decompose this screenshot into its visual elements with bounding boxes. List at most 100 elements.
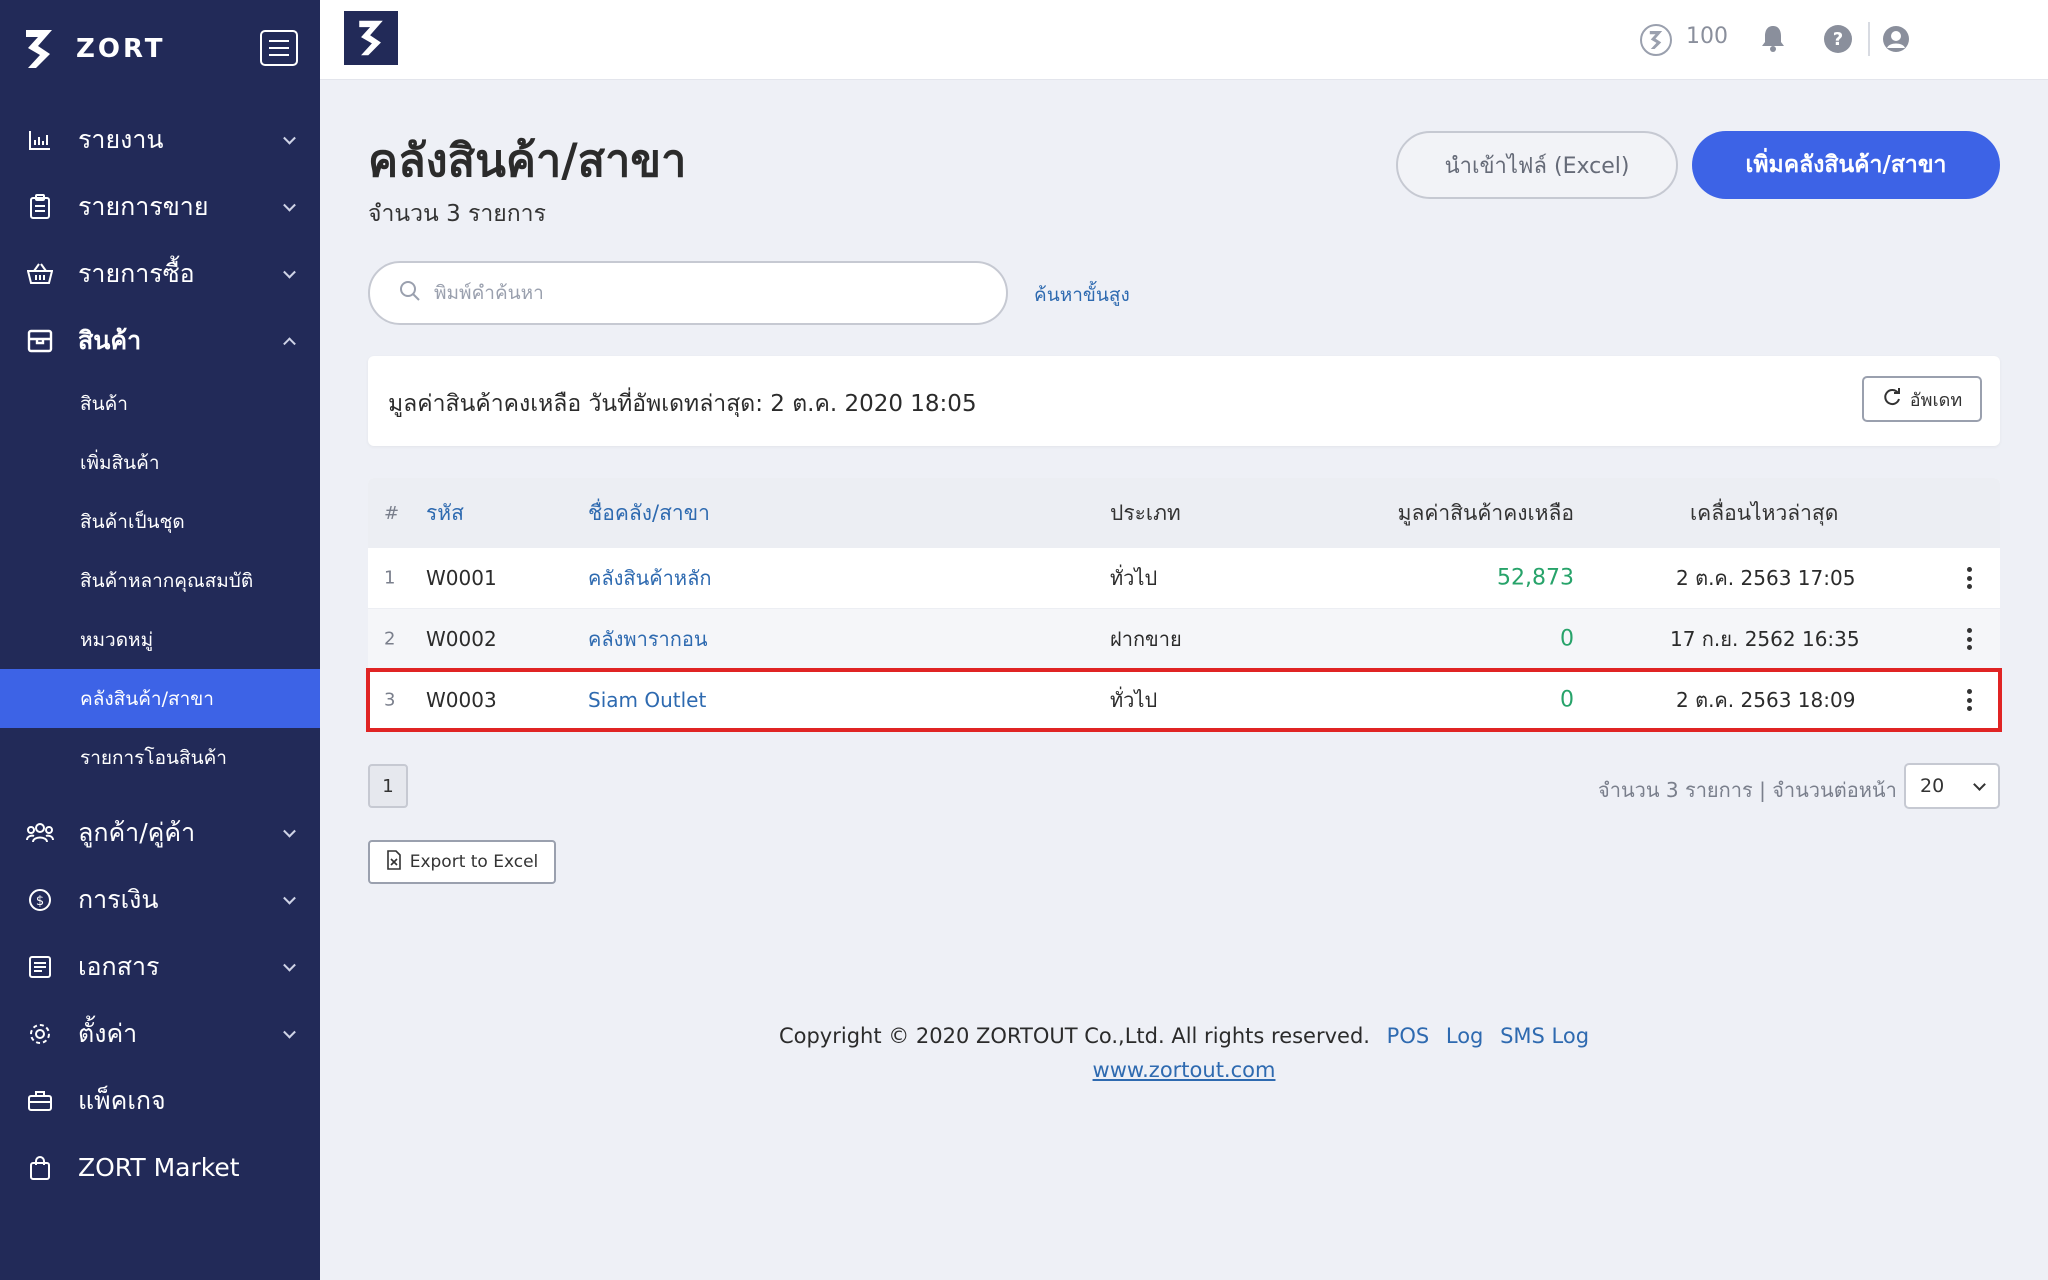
chevron-down-icon bbox=[283, 824, 296, 838]
menu-toggle-icon[interactable] bbox=[260, 30, 298, 66]
header-name[interactable]: ชื่อคลัง/สาขา bbox=[588, 497, 710, 530]
more-options-icon[interactable] bbox=[1966, 689, 1972, 711]
row-last-move: 17 ก.ย. 2562 16:35 bbox=[1670, 627, 1860, 651]
sidebar-subitem-label: สินค้าหลากคุณสมบัติ bbox=[80, 569, 254, 592]
warehouse-table: # รหัส ชื่อคลัง/สาขา ประเภท มูลค่าสินค้า… bbox=[366, 478, 2002, 732]
sidebar-subitem-label: หมวดหมู่ bbox=[80, 628, 154, 651]
inventory-value-text: มูลค่าสินค้าคงเหลือ วันที่อัพเดทล่าสุด: … bbox=[388, 391, 977, 417]
sidebar-subitem-label: สินค้าเป็นชุด bbox=[80, 510, 185, 533]
sidebar-item-packages[interactable]: แพ็คเกจ bbox=[0, 1067, 320, 1134]
chevron-down-icon bbox=[283, 265, 296, 279]
sidebar-subitem-transfers[interactable]: รายการโอนสินค้า bbox=[0, 728, 320, 787]
footer-link-sms-log[interactable]: SMS Log bbox=[1500, 1024, 1589, 1048]
header-code[interactable]: รหัส bbox=[426, 497, 464, 530]
row-last-move: 2 ต.ค. 2563 17:05 bbox=[1676, 566, 1856, 590]
footer-copyright: Copyright © 2020 ZORTOUT Co.,Ltd. All ri… bbox=[778, 1024, 1370, 1048]
row-code: W0003 bbox=[426, 688, 497, 712]
sidebar-item-sales[interactable]: รายการขาย bbox=[0, 173, 320, 240]
sidebar-subitem-warehouses[interactable]: คลังสินค้า/สาขา bbox=[0, 669, 320, 728]
advanced-search-link[interactable]: ค้นหาขั้นสูง bbox=[1034, 280, 1130, 310]
row-num: 1 bbox=[384, 567, 396, 589]
row-name-link[interactable]: คลังพารากอน bbox=[588, 623, 708, 655]
table-row[interactable]: 2 W0002 คลังพารากอน ฝากขาย 0 17 ก.ย. 256… bbox=[368, 609, 2000, 670]
sidebar-item-finance[interactable]: $ การเงิน bbox=[0, 866, 320, 933]
sidebar-subitem-product-variants[interactable]: สินค้าหลากคุณสมบัติ bbox=[0, 551, 320, 610]
sidebar-subitem-categories[interactable]: หมวดหมู่ bbox=[0, 610, 320, 669]
table-row[interactable]: 1 W0001 คลังสินค้าหลัก ทั่วไป 52,873 2 ต… bbox=[368, 548, 2000, 609]
sidebar-item-reports[interactable]: รายงาน bbox=[0, 106, 320, 173]
zort-logo-icon[interactable] bbox=[344, 11, 398, 65]
row-num: 3 bbox=[384, 689, 396, 711]
header-last-move: เคลื่อนไหวล่าสุด bbox=[1690, 500, 1839, 525]
sidebar-item-settings[interactable]: ตั้งค่า bbox=[0, 1000, 320, 1067]
sidebar-item-documents[interactable]: เอกสาร bbox=[0, 933, 320, 1000]
sidebar-item-label: รายงาน bbox=[78, 124, 164, 154]
page-title: คลังสินค้า/สาขา bbox=[368, 134, 687, 187]
chevron-down-icon bbox=[283, 198, 296, 212]
export-excel-button[interactable]: Export to Excel bbox=[368, 840, 556, 884]
row-value: 52,873 bbox=[1497, 565, 1574, 591]
import-excel-button[interactable]: นำเข้าไฟล์ (Excel) bbox=[1396, 131, 1678, 199]
sidebar-nav: รายงาน รายการขาย รายการซื้อ สินค้า สินค้… bbox=[0, 106, 320, 1201]
brand-name: ZORT bbox=[76, 34, 166, 64]
user-avatar-icon[interactable] bbox=[1882, 25, 1910, 53]
row-value: 0 bbox=[1560, 687, 1574, 713]
per-page-select[interactable]: 20 bbox=[1904, 763, 2000, 809]
sidebar-subitem-add-product[interactable]: เพิ่มสินค้า bbox=[0, 433, 320, 492]
sidebar-item-zort-market[interactable]: ZORT Market bbox=[0, 1134, 320, 1201]
sidebar-subitem-products[interactable]: สินค้า bbox=[0, 374, 320, 433]
footer-website-line: www.zortout.com bbox=[320, 1058, 2048, 1082]
footer-copyright-line: Copyright © 2020 ZORTOUT Co.,Ltd. All ri… bbox=[320, 1024, 2048, 1048]
row-code: W0002 bbox=[426, 627, 497, 651]
sidebar-subitem-product-sets[interactable]: สินค้าเป็นชุด bbox=[0, 492, 320, 551]
search-input[interactable] bbox=[434, 282, 954, 304]
pagination-info: จำนวน 3 รายการ | จำนวนต่อหน้า bbox=[1598, 778, 1897, 802]
shopping-bag-icon bbox=[26, 1154, 54, 1182]
box-icon bbox=[26, 327, 54, 355]
topbar: 100 ? bbox=[320, 0, 2048, 80]
more-options-icon[interactable] bbox=[1966, 567, 1972, 589]
document-icon bbox=[26, 953, 54, 981]
footer-website-link[interactable]: www.zortout.com bbox=[1093, 1058, 1276, 1082]
help-icon[interactable]: ? bbox=[1824, 25, 1852, 53]
row-name-link[interactable]: Siam Outlet bbox=[588, 688, 706, 712]
more-options-icon[interactable] bbox=[1966, 628, 1972, 650]
refresh-label: อัพเดท bbox=[1909, 389, 1963, 411]
refresh-button[interactable]: อัพเดท bbox=[1862, 376, 1982, 422]
sidebar-item-label: แพ็คเกจ bbox=[78, 1085, 166, 1115]
export-label: Export to Excel bbox=[409, 852, 539, 872]
row-name-link[interactable]: คลังสินค้าหลัก bbox=[588, 562, 711, 594]
search-icon bbox=[398, 279, 422, 307]
sidebar-item-purchases[interactable]: รายการซื้อ bbox=[0, 240, 320, 307]
sidebar-item-label: รายการซื้อ bbox=[78, 258, 195, 288]
chevron-up-icon bbox=[283, 336, 296, 350]
add-warehouse-button[interactable]: เพิ่มคลังสินค้า/สาขา bbox=[1692, 131, 2000, 199]
per-page-value: 20 bbox=[1920, 775, 1945, 797]
basket-icon bbox=[26, 260, 54, 288]
sidebar-subitem-label: สินค้า bbox=[80, 392, 128, 415]
footer-link-pos[interactable]: POS bbox=[1387, 1024, 1430, 1048]
sidebar-item-contacts[interactable]: ลูกค้า/คู่ค้า bbox=[0, 799, 320, 866]
header-type: ประเภท bbox=[1110, 500, 1181, 525]
zort-logo-icon[interactable] bbox=[22, 27, 56, 71]
chevron-down-icon bbox=[1973, 778, 1986, 791]
sidebar: ZORT รายงาน รายการขาย รายการซื้อ สินค้า … bbox=[0, 0, 320, 1280]
sidebar-subitem-label: เพิ่มสินค้า bbox=[80, 451, 160, 474]
topbar-divider bbox=[1868, 22, 1870, 56]
footer-link-log[interactable]: Log bbox=[1446, 1024, 1484, 1048]
sidebar-item-label: สินค้า bbox=[78, 325, 142, 355]
inventory-value-card: มูลค่าสินค้าคงเหลือ วันที่อัพเดทล่าสุด: … bbox=[368, 356, 2000, 446]
chevron-down-icon bbox=[283, 891, 296, 905]
page-button[interactable]: 1 bbox=[368, 764, 408, 808]
row-type: ทั่วไป bbox=[1110, 566, 1158, 590]
sidebar-subitem-label: คลังสินค้า/สาขา bbox=[80, 687, 214, 710]
chevron-down-icon bbox=[283, 131, 296, 145]
clipboard-icon bbox=[26, 193, 54, 221]
bar-chart-icon bbox=[26, 126, 54, 154]
table-row[interactable]: 3 W0003 Siam Outlet ทั่วไป 0 2 ต.ค. 2563… bbox=[366, 668, 2002, 732]
bell-icon[interactable] bbox=[1760, 24, 1790, 54]
svg-text:$: $ bbox=[36, 894, 44, 909]
excel-file-icon bbox=[386, 849, 402, 875]
sidebar-item-products[interactable]: สินค้า bbox=[0, 307, 320, 374]
credit-coin-icon[interactable] bbox=[1640, 24, 1672, 56]
